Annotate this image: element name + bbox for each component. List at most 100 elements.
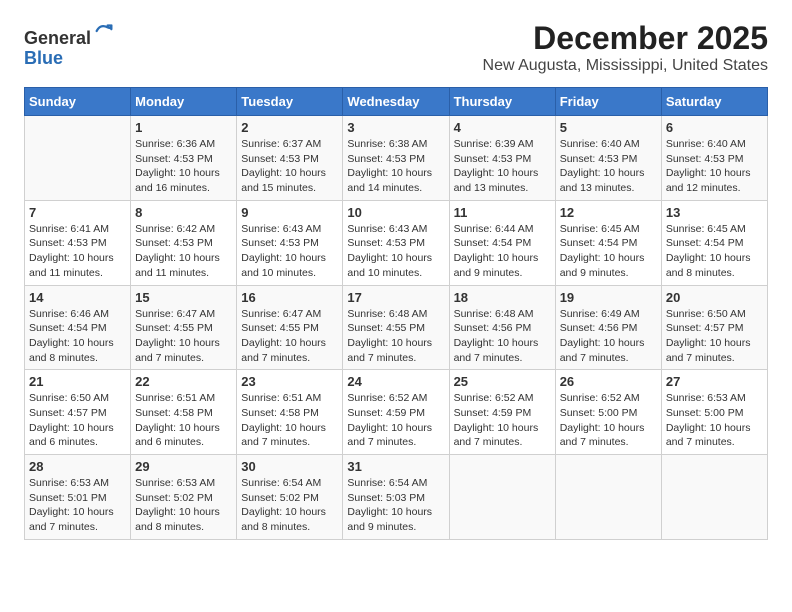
calendar-cell: 13 Sunrise: 6:45 AM Sunset: 4:54 PM Dayli… bbox=[661, 200, 767, 285]
day-info: Sunrise: 6:52 AM Sunset: 4:59 PM Dayligh… bbox=[454, 391, 551, 450]
day-number: 23 bbox=[241, 374, 338, 389]
day-number: 11 bbox=[454, 205, 551, 220]
calendar-cell: 22Sunrise: 6:51 AM Sunset: 4:58 PM Dayli… bbox=[131, 370, 237, 455]
calendar-table: SundayMondayTuesdayWednesdayThursdayFrid… bbox=[24, 87, 768, 540]
day-number: 18 bbox=[454, 290, 551, 305]
header-day-saturday: Saturday bbox=[661, 88, 767, 116]
day-number: 26 bbox=[560, 374, 657, 389]
header-day-monday: Monday bbox=[131, 88, 237, 116]
calendar-cell: 17 Sunrise: 6:48 AM Sunset: 4:55 PM Dayli… bbox=[343, 285, 449, 370]
subtitle: New Augusta, Mississippi, United States bbox=[483, 57, 768, 75]
day-number: 7 bbox=[29, 205, 126, 220]
calendar-cell: 16 Sunrise: 6:47 AM Sunset: 4:55 PM Dayli… bbox=[237, 285, 343, 370]
day-info: Sunrise: 6:48 AM Sunset: 4:55 PM Dayligh… bbox=[347, 307, 444, 366]
calendar-cell: 3 Sunrise: 6:38 AM Sunset: 4:53 PM Daylig… bbox=[343, 116, 449, 201]
day-info: Sunrise: 6:53 AM Sunset: 5:02 PM Dayligh… bbox=[135, 476, 232, 535]
day-info: Sunrise: 6:47 AM Sunset: 4:55 PM Dayligh… bbox=[135, 307, 232, 366]
calendar-cell bbox=[25, 116, 131, 201]
calendar-cell: 8 Sunrise: 6:42 AM Sunset: 4:53 PM Daylig… bbox=[131, 200, 237, 285]
week-row-3: 14 Sunrise: 6:46 AM Sunset: 4:54 PM Dayli… bbox=[25, 285, 768, 370]
calendar-cell: 11 Sunrise: 6:44 AM Sunset: 4:54 PM Dayli… bbox=[449, 200, 555, 285]
header-day-tuesday: Tuesday bbox=[237, 88, 343, 116]
header-day-friday: Friday bbox=[555, 88, 661, 116]
day-info: Sunrise: 6:50 AM Sunset: 4:57 PM Dayligh… bbox=[29, 391, 126, 450]
day-number: 14 bbox=[29, 290, 126, 305]
calendar-cell: 23Sunrise: 6:51 AM Sunset: 4:58 PM Dayli… bbox=[237, 370, 343, 455]
day-info: Sunrise: 6:42 AM Sunset: 4:53 PM Dayligh… bbox=[135, 222, 232, 281]
day-info: Sunrise: 6:52 AM Sunset: 4:59 PM Dayligh… bbox=[347, 391, 444, 450]
calendar-cell: 18 Sunrise: 6:48 AM Sunset: 4:56 PM Dayli… bbox=[449, 285, 555, 370]
day-number: 24 bbox=[347, 374, 444, 389]
day-info: Sunrise: 6:37 AM Sunset: 4:53 PM Dayligh… bbox=[241, 137, 338, 196]
day-number: 13 bbox=[666, 205, 763, 220]
calendar-header-row: SundayMondayTuesdayWednesdayThursdayFrid… bbox=[25, 88, 768, 116]
calendar-cell: 24 Sunrise: 6:52 AM Sunset: 4:59 PM Dayli… bbox=[343, 370, 449, 455]
week-row-2: 7 Sunrise: 6:41 AM Sunset: 4:53 PM Daylig… bbox=[25, 200, 768, 285]
day-info: Sunrise: 6:45 AM Sunset: 4:54 PM Dayligh… bbox=[666, 222, 763, 281]
calendar-cell: 6Sunrise: 6:40 AM Sunset: 4:53 PM Daylig… bbox=[661, 116, 767, 201]
day-info: Sunrise: 6:53 AM Sunset: 5:00 PM Dayligh… bbox=[666, 391, 763, 450]
day-info: Sunrise: 6:54 AM Sunset: 5:02 PM Dayligh… bbox=[241, 476, 338, 535]
day-number: 16 bbox=[241, 290, 338, 305]
calendar-cell: 30Sunrise: 6:54 AM Sunset: 5:02 PM Dayli… bbox=[237, 455, 343, 540]
day-number: 28 bbox=[29, 459, 126, 474]
day-number: 9 bbox=[241, 205, 338, 220]
day-info: Sunrise: 6:40 AM Sunset: 4:53 PM Dayligh… bbox=[666, 137, 763, 196]
day-info: Sunrise: 6:48 AM Sunset: 4:56 PM Dayligh… bbox=[454, 307, 551, 366]
day-info: Sunrise: 6:49 AM Sunset: 4:56 PM Dayligh… bbox=[560, 307, 657, 366]
day-info: Sunrise: 6:36 AM Sunset: 4:53 PM Dayligh… bbox=[135, 137, 232, 196]
day-number: 20 bbox=[666, 290, 763, 305]
day-info: Sunrise: 6:43 AM Sunset: 4:53 PM Dayligh… bbox=[241, 222, 338, 281]
logo-icon bbox=[93, 20, 115, 42]
day-number: 5 bbox=[560, 120, 657, 135]
day-number: 27 bbox=[666, 374, 763, 389]
calendar-cell: 15 Sunrise: 6:47 AM Sunset: 4:55 PM Dayli… bbox=[131, 285, 237, 370]
header-day-thursday: Thursday bbox=[449, 88, 555, 116]
day-info: Sunrise: 6:38 AM Sunset: 4:53 PM Dayligh… bbox=[347, 137, 444, 196]
day-number: 17 bbox=[347, 290, 444, 305]
calendar-cell: 14 Sunrise: 6:46 AM Sunset: 4:54 PM Dayli… bbox=[25, 285, 131, 370]
calendar-cell: 20 Sunrise: 6:50 AM Sunset: 4:57 PM Dayli… bbox=[661, 285, 767, 370]
calendar-cell: 1Sunrise: 6:36 AM Sunset: 4:53 PM Daylig… bbox=[131, 116, 237, 201]
day-info: Sunrise: 6:44 AM Sunset: 4:54 PM Dayligh… bbox=[454, 222, 551, 281]
calendar-cell bbox=[449, 455, 555, 540]
day-number: 10 bbox=[347, 205, 444, 220]
day-number: 8 bbox=[135, 205, 232, 220]
calendar-cell bbox=[661, 455, 767, 540]
main-title: December 2025 bbox=[483, 20, 768, 57]
day-info: Sunrise: 6:43 AM Sunset: 4:53 PM Dayligh… bbox=[347, 222, 444, 281]
logo: General Blue bbox=[24, 20, 115, 69]
day-number: 21 bbox=[29, 374, 126, 389]
calendar-cell: 5Sunrise: 6:40 AM Sunset: 4:53 PM Daylig… bbox=[555, 116, 661, 201]
day-info: Sunrise: 6:54 AM Sunset: 5:03 PM Dayligh… bbox=[347, 476, 444, 535]
calendar-cell: 12 Sunrise: 6:45 AM Sunset: 4:54 PM Dayli… bbox=[555, 200, 661, 285]
day-number: 4 bbox=[454, 120, 551, 135]
day-info: Sunrise: 6:41 AM Sunset: 4:53 PM Dayligh… bbox=[29, 222, 126, 281]
day-info: Sunrise: 6:53 AM Sunset: 5:01 PM Dayligh… bbox=[29, 476, 126, 535]
calendar-cell: 27 Sunrise: 6:53 AM Sunset: 5:00 PM Dayli… bbox=[661, 370, 767, 455]
day-info: Sunrise: 6:47 AM Sunset: 4:55 PM Dayligh… bbox=[241, 307, 338, 366]
week-row-4: 21 Sunrise: 6:50 AM Sunset: 4:57 PM Dayli… bbox=[25, 370, 768, 455]
logo-blue: Blue bbox=[24, 48, 63, 68]
week-row-5: 28 Sunrise: 6:53 AM Sunset: 5:01 PM Dayli… bbox=[25, 455, 768, 540]
calendar-cell: 2Sunrise: 6:37 AM Sunset: 4:53 PM Daylig… bbox=[237, 116, 343, 201]
calendar-cell bbox=[555, 455, 661, 540]
day-info: Sunrise: 6:45 AM Sunset: 4:54 PM Dayligh… bbox=[560, 222, 657, 281]
day-number: 19 bbox=[560, 290, 657, 305]
day-number: 25 bbox=[454, 374, 551, 389]
day-number: 15 bbox=[135, 290, 232, 305]
day-info: Sunrise: 6:39 AM Sunset: 4:53 PM Dayligh… bbox=[454, 137, 551, 196]
calendar-cell: 28 Sunrise: 6:53 AM Sunset: 5:01 PM Dayli… bbox=[25, 455, 131, 540]
day-number: 3 bbox=[347, 120, 444, 135]
calendar-cell: 31Sunrise: 6:54 AM Sunset: 5:03 PM Dayli… bbox=[343, 455, 449, 540]
header-day-wednesday: Wednesday bbox=[343, 88, 449, 116]
title-section: December 2025 New Augusta, Mississippi, … bbox=[483, 20, 768, 85]
calendar-cell: 25 Sunrise: 6:52 AM Sunset: 4:59 PM Dayli… bbox=[449, 370, 555, 455]
day-info: Sunrise: 6:50 AM Sunset: 4:57 PM Dayligh… bbox=[666, 307, 763, 366]
calendar-cell: 9 Sunrise: 6:43 AM Sunset: 4:53 PM Daylig… bbox=[237, 200, 343, 285]
calendar-cell: 29 Sunrise: 6:53 AM Sunset: 5:02 PM Dayli… bbox=[131, 455, 237, 540]
day-number: 12 bbox=[560, 205, 657, 220]
day-number: 29 bbox=[135, 459, 232, 474]
day-info: Sunrise: 6:46 AM Sunset: 4:54 PM Dayligh… bbox=[29, 307, 126, 366]
calendar-cell: 10 Sunrise: 6:43 AM Sunset: 4:53 PM Dayli… bbox=[343, 200, 449, 285]
